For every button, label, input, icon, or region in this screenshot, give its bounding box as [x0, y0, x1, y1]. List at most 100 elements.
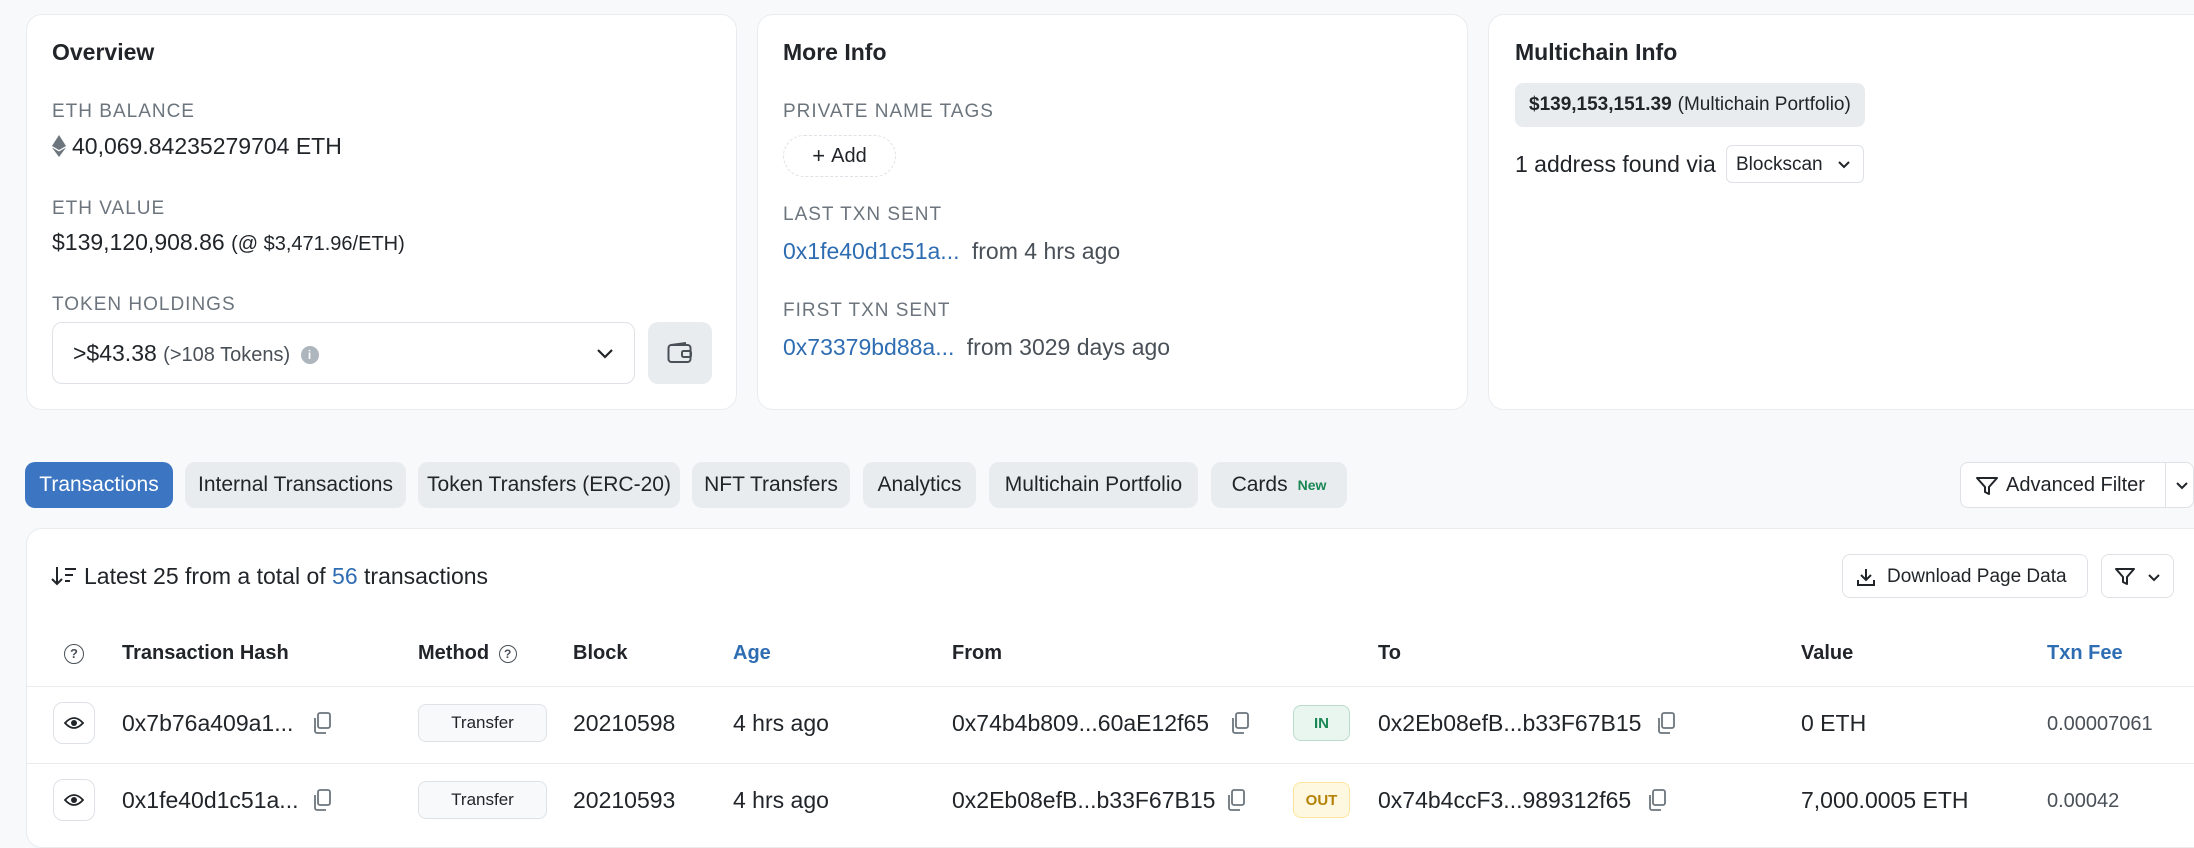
summary-suffix: transactions: [364, 563, 489, 589]
eth-value-label: ETH VALUE: [52, 198, 166, 219]
view-details-button[interactable]: [53, 702, 95, 744]
col-header-transaction-hash: Transaction Hash: [122, 642, 289, 664]
private-name-tags-label: PRIVATE NAME TAGS: [783, 101, 994, 122]
filter-icon: [2115, 568, 2135, 585]
wallet-icon: [667, 342, 692, 363]
overview-title: Overview: [52, 39, 155, 65]
download-label: Download Page Data: [1887, 566, 2067, 587]
advanced-filter-label: Advanced Filter: [2006, 474, 2145, 496]
ethereum-icon: [52, 135, 66, 157]
tab-cards[interactable]: Cards New: [1211, 462, 1347, 508]
new-badge: New: [1297, 477, 1327, 493]
copy-icon[interactable]: [1655, 711, 1677, 735]
col-header-value: Value: [1801, 642, 1854, 664]
filter-dropdown-button[interactable]: [2101, 554, 2174, 598]
first-txn-label: FIRST TXN SENT: [783, 300, 951, 321]
add-tag-label: Add: [831, 144, 867, 167]
block-link[interactable]: 20210593: [573, 787, 675, 814]
value-text: 7,000.0005 ETH: [1801, 787, 1969, 813]
multichain-card: Multichain Info $139,153,151.39 (Multich…: [1488, 14, 2194, 410]
method-header-label: Method: [418, 642, 490, 664]
txn-hash-link[interactable]: 0x7b76a409a1...: [122, 710, 293, 737]
age-text: 4 hrs ago: [733, 710, 829, 736]
multichain-title: Multichain Info: [1515, 39, 1678, 65]
col-header-method: Method ?: [418, 642, 517, 665]
header-divider: [26, 686, 2194, 687]
direction-badge-out: OUT: [1293, 782, 1350, 818]
wallet-button[interactable]: [648, 322, 712, 384]
more-info-card: More Info PRIVATE NAME TAGS + Add LAST T…: [757, 14, 1468, 410]
summary-count[interactable]: 56: [332, 563, 358, 589]
eth-value-amount: $139,120,908.86: [52, 229, 225, 255]
eth-balance-text: 40,069.84235279704 ETH: [72, 133, 342, 159]
last-txn-label: LAST TXN SENT: [783, 204, 943, 225]
col-header-to: To: [1378, 642, 1401, 664]
last-txn-age: from 4 hrs ago: [971, 238, 1121, 264]
portfolio-value: $139,153,151.39: [1529, 94, 1672, 115]
row-divider: [26, 763, 2194, 764]
col-header-txn-fee[interactable]: Txn Fee: [2047, 642, 2123, 665]
download-icon: [1857, 569, 1875, 586]
txn-fee-text: 0.00042: [2047, 790, 2120, 812]
tab-token-transfers[interactable]: Token Transfers (ERC-20): [418, 462, 680, 508]
from-address-link[interactable]: 0x74b4b809...60aE12f65: [952, 710, 1209, 737]
eye-icon: [64, 717, 84, 729]
address-found-text: 1 address found via: [1515, 151, 1716, 177]
advanced-filter-button[interactable]: Advanced Filter: [1960, 462, 2194, 508]
chevron-down-icon: [2176, 482, 2188, 490]
multichain-portfolio-badge[interactable]: $139,153,151.39 (Multichain Portfolio): [1515, 83, 1865, 127]
help-circle-icon[interactable]: ?: [64, 644, 84, 664]
from-address: 0x2Eb08efB...b33F67B15: [952, 787, 1216, 813]
token-holdings-text: >$43.38 (>108 Tokens) i: [73, 340, 319, 367]
advanced-filter-divider: [2165, 463, 2166, 507]
copy-icon[interactable]: [1646, 788, 1668, 812]
eth-balance-value: 40,069.84235279704 ETH: [52, 133, 342, 160]
to-address-link[interactable]: 0x74b4ccF3...989312f65: [1378, 787, 1631, 814]
token-count: (>108 Tokens): [163, 344, 291, 366]
token-holdings-dropdown[interactable]: >$43.38 (>108 Tokens) i: [52, 322, 635, 384]
to-address: 0x2Eb08efB...b33F67B15: [1378, 710, 1642, 736]
col-header-block: Block: [573, 642, 628, 664]
more-info-title: More Info: [783, 39, 887, 65]
txn-hash-link[interactable]: 0x1fe40d1c51a...: [122, 787, 298, 814]
portfolio-suffix: (Multichain Portfolio): [1677, 94, 1851, 115]
eth-balance-label: ETH BALANCE: [52, 101, 195, 122]
tab-transactions[interactable]: Transactions: [25, 462, 173, 508]
tab-analytics[interactable]: Analytics: [863, 462, 976, 508]
tab-multichain-portfolio[interactable]: Multichain Portfolio: [989, 462, 1198, 508]
method-badge: Transfer: [418, 781, 547, 819]
token-holdings-label: TOKEN HOLDINGS: [52, 294, 236, 315]
first-txn-row: 0x73379bd88a... from 3029 days ago: [783, 334, 1170, 361]
last-txn-hash-link[interactable]: 0x1fe40d1c51a...: [783, 238, 959, 264]
age-text: 4 hrs ago: [733, 787, 829, 813]
copy-icon[interactable]: [1225, 788, 1247, 812]
first-txn-hash-link[interactable]: 0x73379bd88a...: [783, 334, 954, 360]
eth-value-rate: (@ $3,471.96/ETH): [231, 233, 405, 255]
transactions-summary: Latest 25 from a total of 56 transaction…: [84, 563, 488, 590]
col-header-age[interactable]: Age: [733, 642, 771, 665]
txn-fee-text: 0.00007061: [2047, 713, 2153, 735]
download-page-data-button[interactable]: Download Page Data: [1842, 554, 2088, 598]
sort-descending-icon: [51, 567, 76, 586]
info-icon: i: [300, 346, 319, 364]
overview-card: Overview ETH BALANCE 40,069.84235279704 …: [26, 14, 737, 410]
help-circle-icon[interactable]: ?: [498, 645, 517, 663]
view-details-button[interactable]: [53, 779, 95, 821]
block-link[interactable]: 20210598: [573, 710, 675, 737]
token-value: >$43.38: [73, 340, 157, 366]
col-header-from: From: [952, 642, 1002, 664]
method-badge: Transfer: [418, 704, 547, 742]
add-tag-button[interactable]: + Add: [783, 135, 896, 177]
plus-icon: +: [812, 143, 826, 168]
value-text: 0 ETH: [1801, 710, 1867, 736]
blockscan-select[interactable]: Blockscan: [1726, 145, 1864, 183]
direction-badge-in: IN: [1293, 705, 1350, 741]
copy-icon[interactable]: [1229, 711, 1251, 735]
chevron-down-icon: [2148, 574, 2160, 582]
tab-nft-transfers[interactable]: NFT Transfers: [692, 462, 850, 508]
blockscan-select-value: Blockscan: [1736, 154, 1823, 175]
tab-internal-transactions[interactable]: Internal Transactions: [185, 462, 406, 508]
copy-icon[interactable]: [311, 788, 333, 812]
eth-value: $139,120,908.86 (@ $3,471.96/ETH): [52, 229, 405, 256]
copy-icon[interactable]: [311, 711, 333, 735]
